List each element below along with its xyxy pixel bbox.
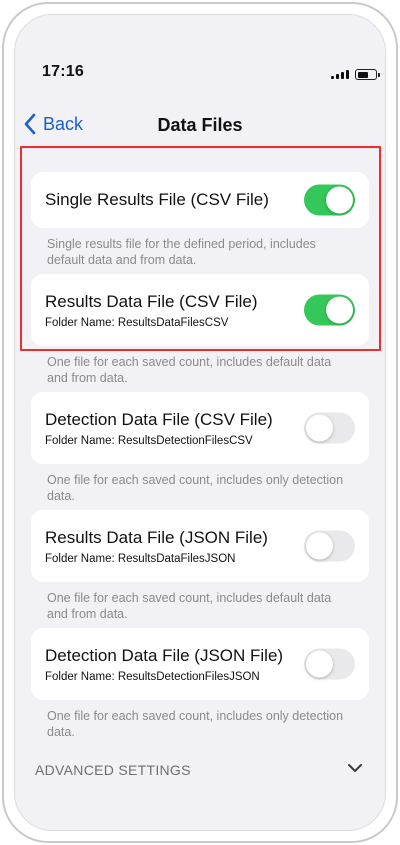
setting-footer: One file for each saved count, includes …	[47, 355, 332, 385]
setting-title: Results Data File (JSON File)	[45, 527, 268, 547]
screen: 17:16 Back Data Files Single Results Fil…	[14, 14, 386, 831]
setting-footer: Single results file for the defined peri…	[47, 237, 316, 267]
setting-footer: One file for each saved count, includes …	[47, 473, 344, 503]
setting-title: Detection Data File (JSON File)	[45, 645, 284, 665]
setting-footer: One file for each saved count, includes …	[47, 709, 344, 739]
advanced-settings-row[interactable]: ADVANCED SETTINGS	[15, 748, 385, 792]
results-data-csv-toggle[interactable]	[304, 294, 355, 326]
setting-row-results-data-csv: Results Data File (CSV File) Folder Name…	[31, 274, 369, 346]
setting-title: Detection Data File (CSV File)	[45, 409, 273, 429]
page-title: Data Files	[157, 115, 243, 135]
setting-row-detection-data-csv: Detection Data File (CSV File) Folder Na…	[31, 392, 369, 464]
advanced-settings-label: ADVANCED SETTINGS	[35, 762, 191, 778]
setting-folder-name: Folder Name: ResultsDetectionFilesCSV	[45, 434, 253, 447]
setting-row-single-results-csv: Single Results File (CSV File)	[31, 172, 369, 228]
detection-data-json-toggle[interactable]	[304, 648, 355, 680]
status-time: 17:16	[42, 63, 84, 80]
single-results-csv-toggle[interactable]	[304, 184, 355, 216]
setting-folder-name: Folder Name: ResultsDataFilesJSON	[45, 552, 236, 565]
setting-folder-name: Folder Name: ResultsDetectionFilesJSON	[45, 670, 260, 683]
settings-list: Single Results File (CSV File) Single re…	[15, 150, 385, 792]
chevron-down-icon	[348, 764, 362, 772]
setting-title: Single Results File (CSV File)	[45, 190, 269, 209]
setting-row-results-data-json: Results Data File (JSON File) Folder Nam…	[31, 510, 369, 582]
battery-icon	[355, 69, 380, 80]
results-data-json-toggle[interactable]	[304, 530, 355, 562]
setting-folder-name: Folder Name: ResultsDataFilesCSV	[45, 316, 229, 329]
status-bar: 17:16	[15, 15, 385, 105]
signal-icon	[331, 70, 349, 79]
device-frame: 17:16 Back Data Files Single Results Fil…	[2, 2, 398, 843]
detection-data-csv-toggle[interactable]	[304, 412, 355, 444]
setting-row-detection-data-json: Detection Data File (JSON File) Folder N…	[31, 628, 369, 700]
setting-title: Results Data File (CSV File)	[45, 291, 258, 311]
navigation-bar: Back Data Files	[15, 103, 385, 149]
setting-footer: One file for each saved count, includes …	[47, 591, 332, 621]
